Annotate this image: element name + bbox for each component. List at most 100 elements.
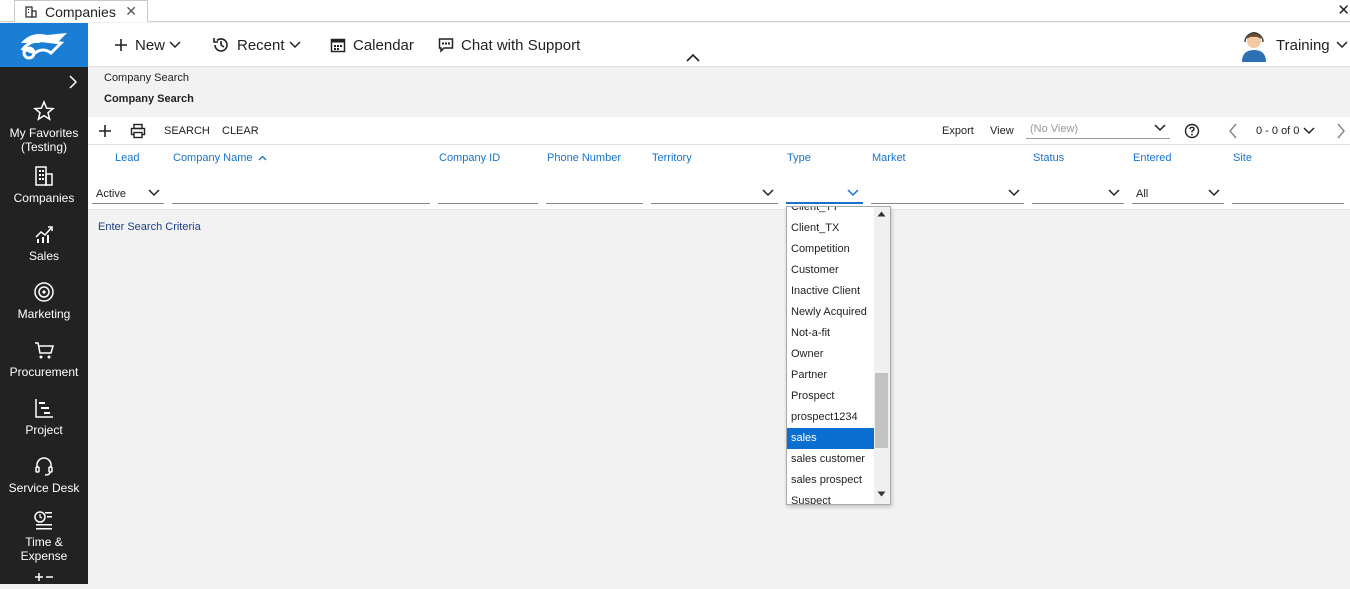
sidebar-item-label: Service Desk xyxy=(8,481,80,495)
chevron-right-icon xyxy=(1337,123,1345,139)
sidebar-item-companies[interactable]: Companies xyxy=(0,165,88,205)
type-options: Client_TT Client_TX Competition Customer Ina… xyxy=(787,207,874,504)
column-type[interactable]: Type xyxy=(787,152,811,164)
view-label: View xyxy=(990,125,1014,137)
collapse-header-icon[interactable] xyxy=(686,53,700,62)
entered-filter-select[interactable]: All xyxy=(1132,184,1224,204)
calendar-button[interactable]: Calendar xyxy=(330,23,414,67)
chart-up-icon xyxy=(35,226,53,243)
paging-select[interactable]: 0 - 0 of 0 xyxy=(1256,117,1315,145)
clear-button[interactable]: CLEAR xyxy=(222,117,259,145)
chat-support-button[interactable]: Chat with Support xyxy=(438,23,580,67)
type-option[interactable]: sales prospect xyxy=(787,470,874,491)
tab-title: Companies xyxy=(45,3,116,20)
column-phone-number[interactable]: Phone Number xyxy=(547,152,621,164)
type-option[interactable]: sales xyxy=(787,428,874,449)
avatar[interactable] xyxy=(1240,28,1268,62)
type-filter-select[interactable] xyxy=(786,184,863,204)
type-option[interactable]: Not-a-fit xyxy=(787,323,874,344)
printer-icon xyxy=(130,123,146,139)
breadcrumb[interactable]: Company Search xyxy=(104,72,189,84)
type-option[interactable]: Client_TT xyxy=(787,207,874,218)
type-option[interactable]: Competition xyxy=(787,239,874,260)
recent-button[interactable]: Recent xyxy=(212,23,301,67)
paging-info: 0 - 0 of 0 xyxy=(1256,125,1300,137)
plus-icon xyxy=(99,125,111,137)
chevron-down-icon xyxy=(1108,189,1120,197)
phone-number-filter[interactable] xyxy=(546,184,643,204)
column-site[interactable]: Site xyxy=(1233,152,1252,164)
chevron-down-icon xyxy=(762,189,774,197)
type-option[interactable]: prospect1234 xyxy=(787,407,874,428)
type-option[interactable]: Client_TX xyxy=(787,218,874,239)
sidebar-item-service-desk[interactable]: Service Desk xyxy=(0,455,88,495)
add-button[interactable] xyxy=(98,117,112,145)
building-icon xyxy=(25,5,37,18)
type-option[interactable]: Suspect xyxy=(787,491,874,504)
scroll-down-icon[interactable] xyxy=(877,491,886,497)
logo-icon xyxy=(20,33,67,60)
column-entered[interactable]: Entered xyxy=(1133,152,1172,164)
column-market[interactable]: Market xyxy=(872,152,906,164)
column-territory[interactable]: Territory xyxy=(652,152,692,164)
chevron-down-icon xyxy=(1208,189,1220,197)
expand-sidebar-icon[interactable] xyxy=(66,75,80,89)
sidebar-item-marketing[interactable]: Marketing xyxy=(0,281,88,321)
view-select-value: (No View) xyxy=(1030,123,1079,135)
tab-bar: Companies ✕ ✕ xyxy=(0,0,1350,22)
column-lead[interactable]: Lead xyxy=(115,152,139,164)
chevron-down-icon xyxy=(847,189,859,197)
next-page-button[interactable] xyxy=(1336,117,1346,145)
type-dropdown-list[interactable]: Client_TT Client_TX Competition Customer Ina… xyxy=(786,206,891,505)
type-option[interactable]: sales customer xyxy=(787,449,874,470)
cart-icon xyxy=(35,342,54,359)
status-filter-select[interactable] xyxy=(1032,184,1124,204)
sidebar-item-project[interactable]: Project xyxy=(0,397,88,437)
export-button[interactable]: Export xyxy=(942,117,974,145)
type-option[interactable]: Owner xyxy=(787,344,874,365)
column-status[interactable]: Status xyxy=(1033,152,1064,164)
prev-page-button[interactable] xyxy=(1228,117,1238,145)
new-button[interactable]: New xyxy=(114,23,181,67)
grid-header: Lead Company Name Company ID Phone Numbe… xyxy=(88,145,1350,178)
calendar-label: Calendar xyxy=(353,36,414,54)
app-logo[interactable] xyxy=(0,23,88,67)
sidebar-item-procurement[interactable]: Procurement xyxy=(0,339,88,379)
search-toolbar: SEARCH CLEAR Export View (No View) 0 - 0… xyxy=(88,117,1350,145)
type-option[interactable]: Partner xyxy=(787,365,874,386)
dropdown-scrollbar[interactable] xyxy=(874,207,890,504)
top-bar: New Recent Calendar Chat with Support Tr… xyxy=(88,23,1350,67)
lead-filter-select[interactable]: Active xyxy=(92,184,164,204)
scroll-up-icon[interactable] xyxy=(877,211,886,217)
target-icon xyxy=(34,282,54,302)
search-button[interactable]: SEARCH xyxy=(164,117,210,145)
scrollbar-thumb[interactable] xyxy=(875,373,888,448)
company-name-filter[interactable] xyxy=(172,184,430,204)
plus-minus-icon xyxy=(35,573,53,581)
user-label: Training xyxy=(1276,36,1330,54)
sidebar-item-label: My Favorites (Testing) xyxy=(9,126,79,154)
window-close-icon[interactable]: ✕ xyxy=(1337,1,1350,19)
market-filter-select[interactable] xyxy=(871,184,1024,204)
user-menu-button[interactable]: Training xyxy=(1276,23,1348,67)
print-button[interactable] xyxy=(130,117,146,145)
tab-close-icon[interactable]: ✕ xyxy=(125,3,137,20)
sidebar-item-sales[interactable]: Sales xyxy=(0,223,88,263)
tab-companies[interactable]: Companies ✕ xyxy=(14,0,148,22)
chat-label: Chat with Support xyxy=(461,36,581,54)
type-option[interactable]: Inactive Client xyxy=(787,281,874,302)
help-button[interactable] xyxy=(1184,117,1200,145)
column-company-id[interactable]: Company ID xyxy=(439,152,500,164)
type-option[interactable]: Customer xyxy=(787,260,874,281)
column-company-name[interactable]: Company Name xyxy=(173,152,267,164)
view-select[interactable]: (No View) xyxy=(1026,121,1170,139)
new-label: New xyxy=(135,36,166,54)
type-option[interactable]: Prospect xyxy=(787,386,874,407)
sidebar-item-more[interactable] xyxy=(0,571,88,589)
site-filter[interactable] xyxy=(1232,184,1344,204)
company-id-filter[interactable] xyxy=(438,184,538,204)
type-option[interactable]: Newly Acquired xyxy=(787,302,874,323)
sidebar-item-favorites[interactable]: My Favorites (Testing) xyxy=(0,100,88,154)
sidebar-item-time-expense[interactable]: Time & Expense xyxy=(0,509,88,563)
territory-filter-select[interactable] xyxy=(651,184,778,204)
